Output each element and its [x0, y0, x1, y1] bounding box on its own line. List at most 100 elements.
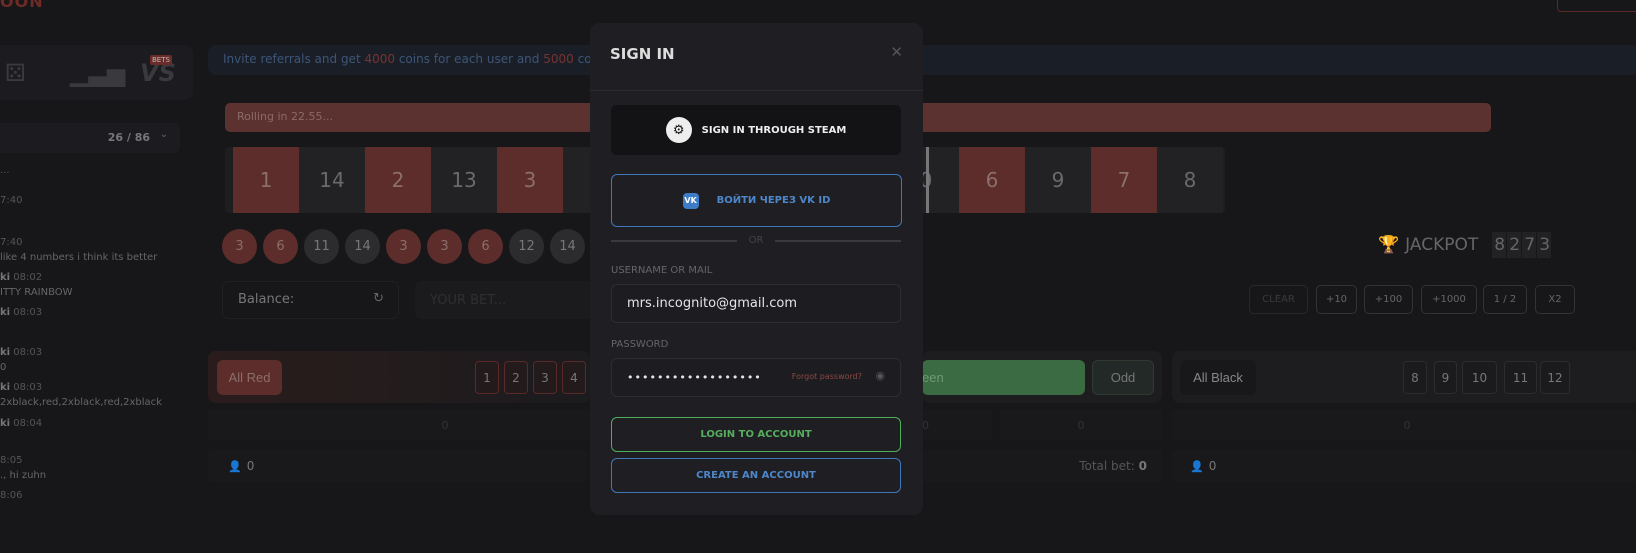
- chat-username[interactable]: ki: [0, 382, 10, 393]
- chat-time: 8:06: [0, 490, 23, 501]
- black-number-button[interactable]: 8: [1403, 361, 1427, 394]
- chat-message: ki 08:04: [0, 418, 42, 429]
- chat-time: 08:03: [13, 382, 43, 393]
- user-icon: 👤: [1190, 459, 1204, 473]
- chat-message: ki 08:02 ITTY RAINBOW: [0, 272, 73, 298]
- chat-text: 0: [0, 362, 7, 373]
- black-number-button[interactable]: 12: [1540, 361, 1570, 394]
- chat-text: ., hi zuhn: [0, 470, 47, 481]
- password-input[interactable]: •••••••••••••••••• Forgot password? ◉: [611, 358, 901, 397]
- black-players: 👤 0: [1172, 450, 1636, 482]
- chat-text: like 4 numbers i think its better: [0, 252, 158, 263]
- quick-bet-4[interactable]: 1 / 2: [1483, 285, 1527, 314]
- black-number-button[interactable]: 10: [1462, 361, 1497, 394]
- chat-time: 08:02: [13, 272, 43, 283]
- roulette-tile: 8: [1157, 147, 1223, 213]
- jackpot-digit: 8: [1492, 232, 1507, 258]
- black-number-button[interactable]: 9: [1434, 361, 1457, 394]
- chat-text: ITTY RAINBOW: [0, 287, 73, 298]
- header-action-button[interactable]: [1557, 0, 1636, 12]
- eye-icon[interactable]: ◉: [875, 369, 886, 382]
- close-icon[interactable]: ✕: [890, 43, 903, 61]
- history-ball: 3: [222, 229, 257, 264]
- user-icon: 👤: [228, 459, 242, 473]
- history-ball: 6: [468, 229, 503, 264]
- bets-badge: BETS: [150, 55, 172, 65]
- quick-bet-0[interactable]: CLEAR: [1249, 285, 1308, 314]
- roulette-tile: 2: [365, 147, 431, 213]
- forgot-password-link[interactable]: Forgot password?: [792, 372, 862, 381]
- dice-icon[interactable]: ⚄: [5, 59, 26, 87]
- red-number-button[interactable]: 4: [562, 361, 586, 394]
- chat-message: ...: [0, 165, 10, 176]
- site-logo[interactable]: OON: [0, 0, 44, 11]
- vk-sign-in-button[interactable]: VK ВОЙТИ ЧЕРЕЗ VK ID: [611, 174, 902, 227]
- chat-message: 7:40: [0, 195, 22, 206]
- chat-time: 08:03: [13, 347, 43, 358]
- quick-bet-5[interactable]: X2: [1535, 285, 1575, 314]
- trophy-icon: 🏆: [1378, 235, 1400, 255]
- chat-header[interactable]: 26 / 86 ⌄: [0, 123, 180, 153]
- bet-amount-input[interactable]: [415, 281, 595, 319]
- chat-message: ki 08:03 2xblack,red,2xblack,red,2xblack: [0, 382, 162, 408]
- jackpot-digit: 2: [1507, 232, 1522, 258]
- black-number-button[interactable]: 11: [1504, 361, 1537, 394]
- history-ball: 14: [345, 229, 380, 264]
- chat-username[interactable]: ki: [0, 272, 10, 283]
- username-input[interactable]: mrs.incognito@gmail.com: [611, 284, 901, 323]
- steam-icon: ⚙: [665, 117, 692, 143]
- jackpot-digits: 8273: [1492, 232, 1552, 258]
- history-ball: 6: [263, 229, 298, 264]
- vk-icon: VK: [682, 192, 699, 209]
- chat-time: 7:40: [0, 237, 23, 248]
- steam-sign-in-button[interactable]: ⚙ SIGN IN THROUGH STEAM: [611, 105, 901, 155]
- roulette-marker: [926, 147, 929, 213]
- chat-time: 7:40: [0, 195, 23, 206]
- jackpot: 🏆 JACKPOT 8273: [1378, 232, 1552, 258]
- chat-time: 08:03: [13, 307, 43, 318]
- online-count: 26 / 86: [107, 131, 150, 144]
- refresh-icon[interactable]: ↻: [373, 291, 384, 306]
- roulette-tile: 14: [299, 147, 365, 213]
- chat-message: ki 08:03: [0, 307, 42, 318]
- all-red-button[interactable]: All Red: [217, 360, 282, 395]
- all-black-button[interactable]: All Black: [1180, 360, 1256, 395]
- roulette-tile: 9: [1025, 147, 1091, 213]
- chat-time: 08:04: [13, 418, 43, 429]
- red-number-button[interactable]: 2: [504, 361, 528, 394]
- red-number-button[interactable]: 3: [533, 361, 557, 394]
- history-ball: 3: [427, 229, 462, 264]
- username-label: USERNAME OR MAIL: [611, 265, 713, 276]
- jackpot-digit: 3: [1537, 232, 1552, 258]
- roulette-tile: 3: [497, 147, 563, 213]
- chat-username[interactable]: ki: [0, 418, 10, 429]
- red-number-button[interactable]: 1: [475, 361, 499, 394]
- green-total-1: 0: [922, 410, 992, 440]
- green-bet-button[interactable]: een: [922, 360, 1085, 395]
- history-ball: 11: [304, 229, 339, 264]
- chevron-down-icon[interactable]: ⌄: [160, 129, 168, 140]
- quick-bet-3[interactable]: +1000: [1421, 285, 1477, 314]
- games-menu: ⚄ ▁▃▅ VS BETS: [0, 45, 193, 100]
- quick-bet-2[interactable]: +100: [1364, 285, 1413, 314]
- create-account-button[interactable]: CREATE AN ACCOUNT: [611, 458, 901, 493]
- balance-display: Balance: ↻: [222, 281, 399, 319]
- roulette-tile: 13: [431, 147, 497, 213]
- history-ball: 3: [386, 229, 421, 264]
- odd-button[interactable]: Odd: [1092, 360, 1154, 395]
- modal-header: SIGN IN ✕: [590, 23, 923, 91]
- chat-message: 8:05 ., hi zuhn: [0, 455, 46, 481]
- chat-username[interactable]: ki: [0, 347, 10, 358]
- history-ball: 12: [509, 229, 544, 264]
- chat-username[interactable]: ki: [0, 307, 10, 318]
- chat-text: 2xblack,red,2xblack,red,2xblack: [0, 397, 162, 408]
- quick-bet-1[interactable]: +10: [1316, 285, 1357, 314]
- red-players: 👤 0: [208, 450, 588, 482]
- or-divider: OR: [611, 235, 902, 246]
- total-bet: Total bet: 0: [922, 450, 1162, 482]
- jackpot-digit: 7: [1522, 232, 1537, 258]
- login-button[interactable]: LOGIN TO ACCOUNT: [611, 417, 901, 452]
- chart-icon[interactable]: ▁▃▅: [70, 59, 125, 87]
- modal-title: SIGN IN: [610, 45, 675, 63]
- roulette-tile: 6: [959, 147, 1025, 213]
